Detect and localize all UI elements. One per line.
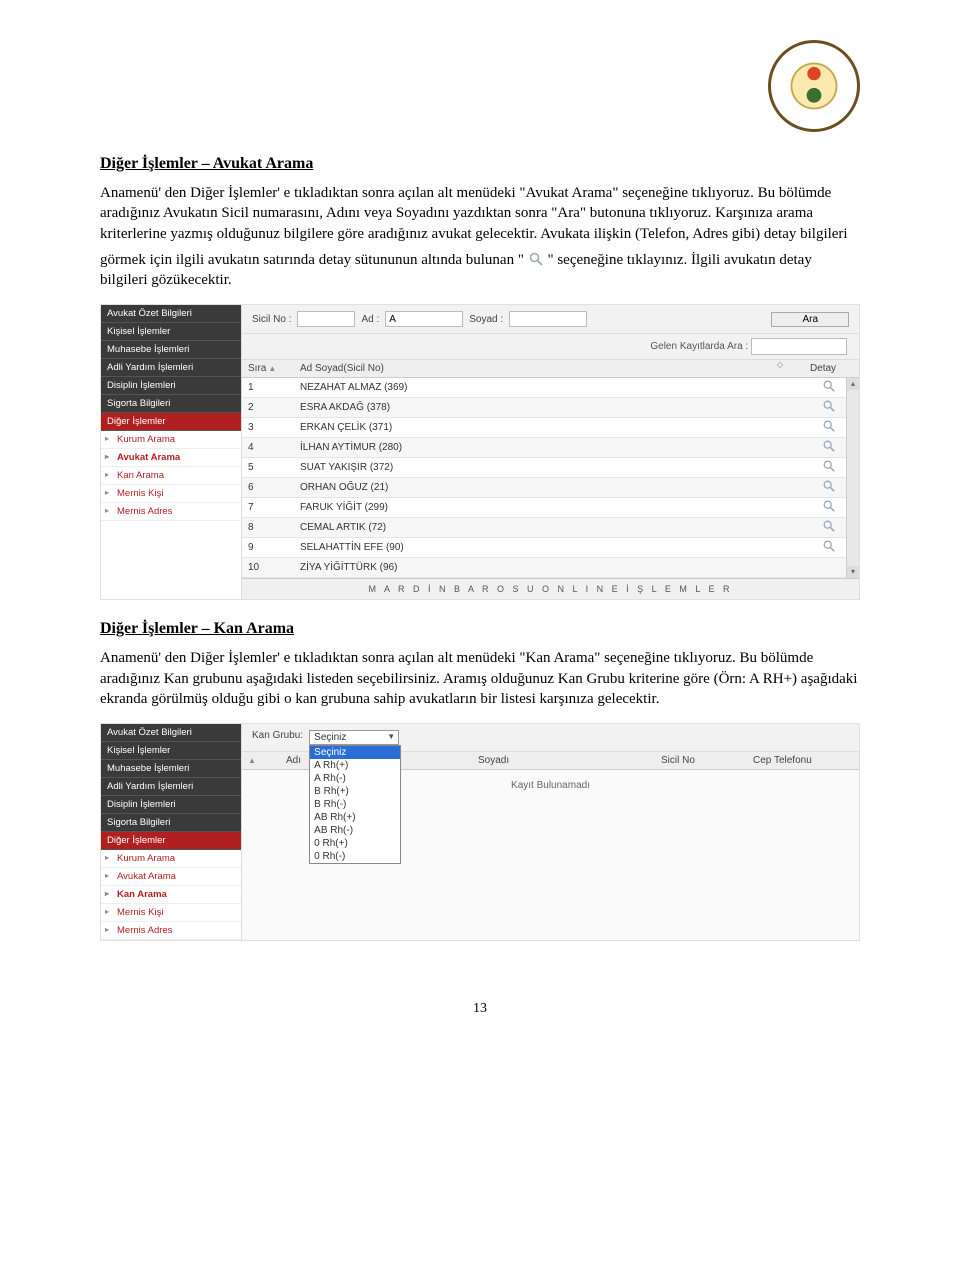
table-row: 3ERKAN ÇELİK (371) bbox=[242, 418, 859, 438]
sidebar-head[interactable]: Kişisel İşlemler bbox=[101, 742, 241, 760]
sidebar-head[interactable]: Disiplin İşlemleri bbox=[101, 796, 241, 814]
kan-option[interactable]: Seçiniz bbox=[310, 746, 400, 759]
col-name[interactable]: Ad Soyad(Sicil No) bbox=[294, 360, 773, 377]
ad-label: Ad : bbox=[361, 314, 379, 325]
filter-row: Gelen Kayıtlarda Ara : bbox=[242, 334, 859, 360]
sidebar-item-avukat-arama[interactable]: Avukat Arama bbox=[101, 449, 241, 467]
page-number: 13 bbox=[100, 1001, 860, 1017]
izmir-barosu-logo bbox=[768, 40, 860, 132]
scroll-down-icon[interactable]: ▾ bbox=[847, 566, 859, 578]
detail-magnifier-icon[interactable] bbox=[822, 419, 836, 433]
table-row: 7FARUK YİĞİT (299) bbox=[242, 498, 859, 518]
sidebar: Avukat Özet Bilgileri Kişisel İşlemler M… bbox=[101, 724, 242, 940]
screenshot-avukat-arama: Avukat Özet Bilgileri Kişisel İşlemler M… bbox=[100, 304, 860, 600]
magnifier-icon bbox=[528, 251, 544, 267]
kan-option[interactable]: B Rh(+) bbox=[310, 785, 400, 798]
ad-input[interactable] bbox=[385, 311, 463, 327]
logo-row bbox=[100, 40, 860, 137]
table-row: 6ORHAN OĞUZ (21) bbox=[242, 478, 859, 498]
sidebar-item-kurum-arama[interactable]: Kurum Arama bbox=[101, 431, 241, 449]
kan-option[interactable]: A Rh(+) bbox=[310, 759, 400, 772]
kan-select[interactable]: Seçiniz bbox=[309, 730, 399, 745]
table-row: 10ZİYA YİĞİTTÜRK (96) bbox=[242, 558, 859, 578]
detail-magnifier-icon[interactable] bbox=[822, 399, 836, 413]
sidebar-item-mernis-kisi[interactable]: Mernis Kişi bbox=[101, 485, 241, 503]
kan-option[interactable]: 0 Rh(-) bbox=[310, 850, 400, 863]
detail-magnifier-icon[interactable] bbox=[822, 519, 836, 533]
col2-blank: ▲ bbox=[242, 752, 280, 769]
sidebar-head-active[interactable]: Diğer İşlemler bbox=[101, 413, 241, 431]
kan-label: Kan Grubu: bbox=[252, 730, 303, 741]
grid-header: Sıra▲ Ad Soyad(Sicil No) ◇ Detay bbox=[242, 360, 859, 378]
section1-title: Diğer İşlemler – Avukat Arama bbox=[100, 155, 860, 173]
detail-magnifier-icon[interactable] bbox=[822, 499, 836, 513]
sidebar-head-active[interactable]: Diğer İşlemler bbox=[101, 832, 241, 850]
sidebar-head[interactable]: Disiplin İşlemleri bbox=[101, 377, 241, 395]
section1-paragraph-1: Anamenü' den Diğer İşlemler' e tıkladıkt… bbox=[100, 183, 860, 244]
section2-title: Diğer İşlemler – Kan Arama bbox=[100, 620, 860, 638]
sidebar-item-avukat-arama[interactable]: Avukat Arama bbox=[101, 868, 241, 886]
col2-soyadi[interactable]: Soyadı bbox=[472, 752, 655, 769]
kan-option[interactable]: AB Rh(-) bbox=[310, 824, 400, 837]
sidebar-item-kurum-arama[interactable]: Kurum Arama bbox=[101, 850, 241, 868]
sidebar-head[interactable]: Avukat Özet Bilgileri bbox=[101, 724, 241, 742]
filter-input[interactable] bbox=[751, 338, 847, 355]
grid-rows: ▴ ▾ 1NEZAHAT ALMAZ (369) 2ESRA AKDAĞ (37… bbox=[242, 378, 859, 578]
sidebar-head[interactable]: Muhasebe İşlemleri bbox=[101, 341, 241, 359]
col2-cep[interactable]: Cep Telefonu bbox=[747, 752, 859, 769]
section1-paragraph-2: görmek için ilgili avukatın satırında de… bbox=[100, 250, 860, 291]
table-row: 9SELAHATTİN EFE (90) bbox=[242, 538, 859, 558]
sidebar-item-mernis-adres[interactable]: Mernis Adres bbox=[101, 503, 241, 521]
footer-bar: M A R D İ N B A R O S U O N L I N E İ Ş … bbox=[242, 578, 859, 599]
sidebar-item-mernis-kisi[interactable]: Mernis Kişi bbox=[101, 904, 241, 922]
sidebar-head[interactable]: Avukat Özet Bilgileri bbox=[101, 305, 241, 323]
kan-row: Kan Grubu: Seçiniz Seçiniz A Rh(+) A Rh(… bbox=[242, 724, 859, 752]
soyad-label: Soyad : bbox=[469, 314, 503, 325]
detail-magnifier-icon[interactable] bbox=[822, 479, 836, 493]
sidebar-item-kan-arama[interactable]: Kan Arama bbox=[101, 467, 241, 485]
soyad-input[interactable] bbox=[509, 311, 587, 327]
table-row: 1NEZAHAT ALMAZ (369) bbox=[242, 378, 859, 398]
detail-magnifier-icon[interactable] bbox=[822, 459, 836, 473]
sidebar-item-mernis-adres[interactable]: Mernis Adres bbox=[101, 922, 241, 940]
table-row: 2ESRA AKDAĞ (378) bbox=[242, 398, 859, 418]
section1-p2-before: görmek için ilgili avukatın satırında de… bbox=[100, 252, 524, 268]
detail-magnifier-icon[interactable] bbox=[822, 539, 836, 553]
sidebar: Avukat Özet Bilgileri Kişisel İşlemler M… bbox=[101, 305, 242, 599]
kan-dropdown[interactable]: Seçiniz A Rh(+) A Rh(-) B Rh(+) B Rh(-) … bbox=[309, 745, 401, 864]
sidebar-head[interactable]: Kişisel İşlemler bbox=[101, 323, 241, 341]
detail-magnifier-icon[interactable] bbox=[822, 379, 836, 393]
section2-paragraph: Anamenü' den Diğer İşlemler' e tıkladıkt… bbox=[100, 648, 860, 709]
sort-asc-icon[interactable]: ▲ bbox=[248, 756, 256, 765]
table-row: 4İLHAN AYTİMUR (280) bbox=[242, 438, 859, 458]
scroll-up-icon[interactable]: ▴ bbox=[847, 378, 859, 390]
table-row: 5SUAT YAKIŞIR (372) bbox=[242, 458, 859, 478]
sidebar-head[interactable]: Muhasebe İşlemleri bbox=[101, 760, 241, 778]
sicil-label: Sicil No : bbox=[252, 314, 291, 325]
col-sira[interactable]: Sıra bbox=[248, 363, 266, 374]
ara-button[interactable]: Ara bbox=[771, 312, 849, 327]
sort-asc-icon[interactable]: ▲ bbox=[268, 364, 276, 373]
kan-option[interactable]: B Rh(-) bbox=[310, 798, 400, 811]
table-row: 8CEMAL ARTIK (72) bbox=[242, 518, 859, 538]
kan-option[interactable]: 0 Rh(+) bbox=[310, 837, 400, 850]
sidebar-head[interactable]: Adli Yardım İşlemleri bbox=[101, 359, 241, 377]
screenshot-kan-arama: Avukat Özet Bilgileri Kişisel İşlemler M… bbox=[100, 723, 860, 941]
col2-sicil[interactable]: Sicil No bbox=[655, 752, 747, 769]
col-diamond-icon: ◇ bbox=[773, 360, 787, 377]
sidebar-head[interactable]: Sigorta Bilgileri bbox=[101, 395, 241, 413]
kan-option[interactable]: A Rh(-) bbox=[310, 772, 400, 785]
col-detay: Detay bbox=[787, 360, 859, 377]
detail-magnifier-icon[interactable] bbox=[822, 439, 836, 453]
sidebar-head[interactable]: Sigorta Bilgileri bbox=[101, 814, 241, 832]
sidebar-item-kan-arama[interactable]: Kan Arama bbox=[101, 886, 241, 904]
search-row: Sicil No : Ad : Soyad : Ara bbox=[242, 305, 859, 334]
sicil-input[interactable] bbox=[297, 311, 355, 327]
kan-option[interactable]: AB Rh(+) bbox=[310, 811, 400, 824]
sidebar-head[interactable]: Adli Yardım İşlemleri bbox=[101, 778, 241, 796]
scrollbar[interactable]: ▴ ▾ bbox=[846, 378, 859, 578]
filter-label: Gelen Kayıtlarda Ara : bbox=[650, 341, 748, 352]
